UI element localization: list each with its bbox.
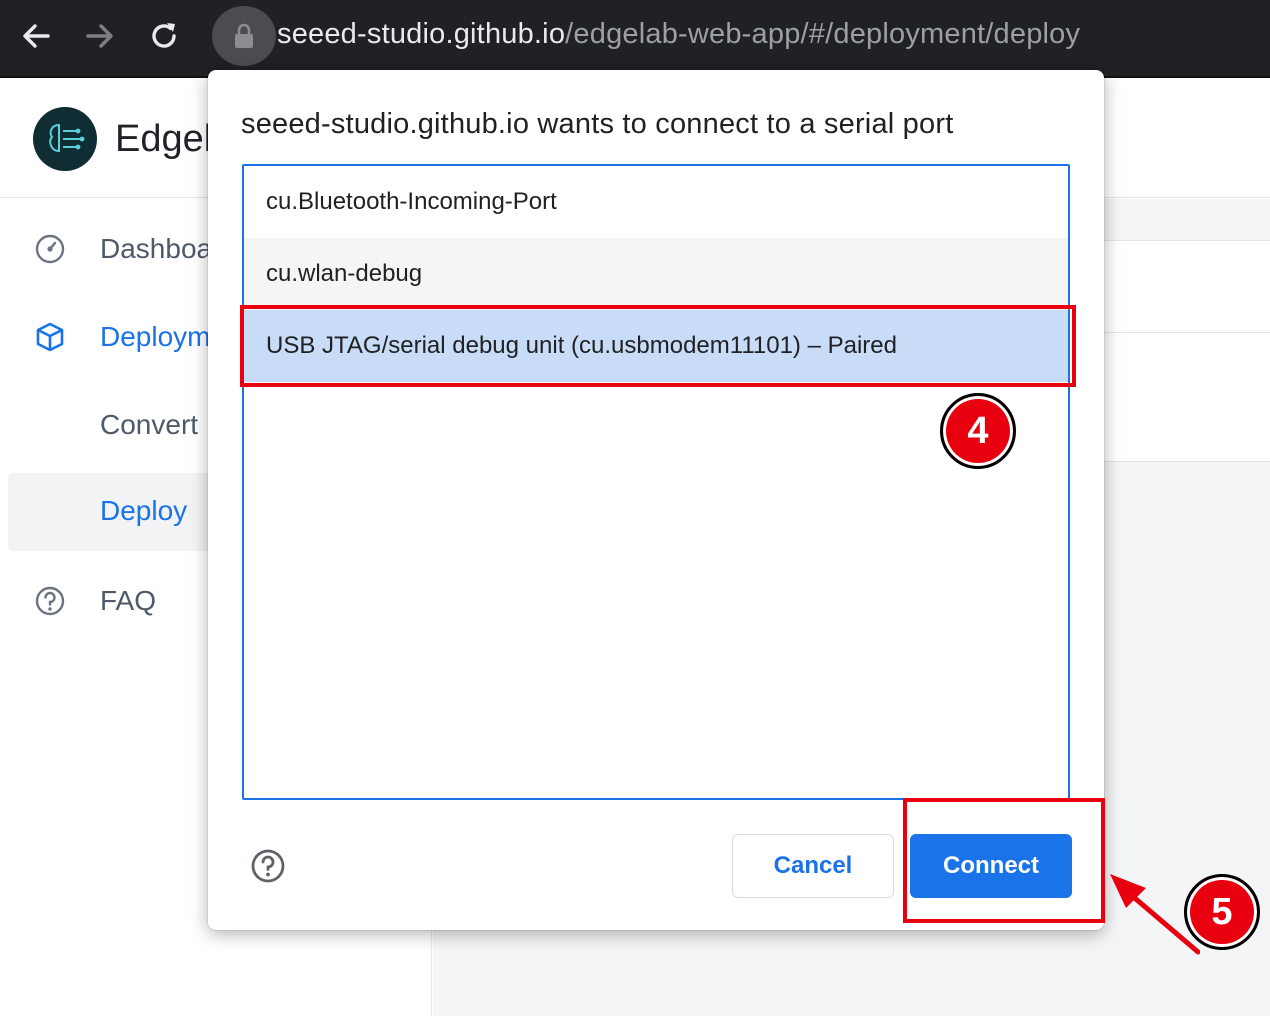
dashboard-gauge-icon xyxy=(35,234,65,264)
back-arrow-icon[interactable] xyxy=(18,18,54,54)
url-host: seeed-studio.github.io xyxy=(277,18,566,50)
port-item[interactable]: cu.wlan-debug xyxy=(244,238,1068,310)
brain-circuit-icon xyxy=(49,123,85,153)
app-logo xyxy=(33,107,97,171)
sidebar-item-label: Deploym xyxy=(100,321,211,352)
address-bar[interactable]: seeed-studio.github.io/edgelab-web-app/#… xyxy=(277,18,1080,51)
help-icon[interactable] xyxy=(250,848,286,884)
lock-icon xyxy=(235,23,253,48)
port-item-label: cu.wlan-debug xyxy=(266,260,423,287)
cancel-button[interactable]: Cancel xyxy=(732,834,894,898)
url-path: /edgelab-web-app/#/deployment/deploy xyxy=(565,18,1081,50)
browser-toolbar: seeed-studio.github.io/edgelab-web-app/#… xyxy=(0,0,1270,78)
sidebar-item-label: FAQ xyxy=(100,585,157,616)
cube-icon xyxy=(36,322,64,352)
content-card xyxy=(1104,240,1270,462)
step-4-highlight xyxy=(240,305,1076,387)
sidebar-item-label: Convert xyxy=(100,409,199,440)
step-5-highlight xyxy=(903,798,1105,923)
port-list[interactable]: cu.Bluetooth-Incoming-Port cu.wlan-debug… xyxy=(242,164,1070,800)
step-5-badge: 5 xyxy=(1184,874,1260,950)
port-item-label: cu.Bluetooth-Incoming-Port xyxy=(266,188,557,215)
dialog-title: seeed-studio.github.io wants to connect … xyxy=(241,108,954,140)
sidebar-item-label: Dashboa xyxy=(100,233,213,264)
port-item[interactable]: cu.Bluetooth-Incoming-Port xyxy=(244,166,1068,238)
forward-arrow-icon[interactable] xyxy=(82,18,118,54)
sidebar-item-label: Deploy xyxy=(100,495,188,526)
app-title: Edgel xyxy=(115,118,213,160)
question-circle-icon xyxy=(35,586,65,616)
reload-icon[interactable] xyxy=(146,18,182,54)
content-divider xyxy=(1104,332,1270,333)
step-4-badge: 4 xyxy=(940,393,1016,469)
site-info-button[interactable] xyxy=(212,6,276,66)
